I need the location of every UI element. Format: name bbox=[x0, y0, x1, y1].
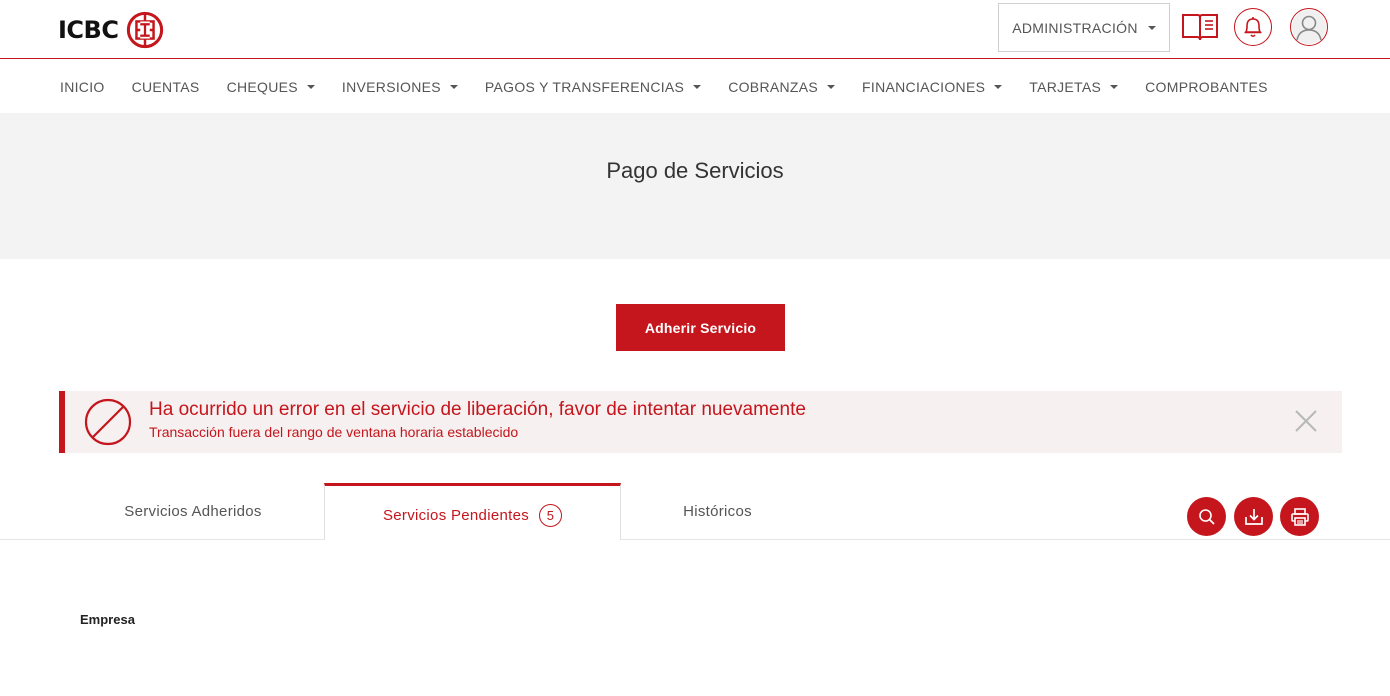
nav-item-label: PAGOS Y TRANSFERENCIAS bbox=[484, 78, 685, 95]
tab-label: Históricos bbox=[683, 503, 752, 520]
nav-item-inicio[interactable]: INICIO bbox=[60, 79, 105, 95]
chevron-down-icon bbox=[1110, 84, 1119, 89]
nav-item-label: FINANCIACIONES bbox=[862, 78, 986, 95]
administration-label: ADMINISTRACIÓN bbox=[1012, 19, 1138, 36]
icbc-logo-mark bbox=[127, 11, 164, 49]
chevron-down-icon bbox=[994, 84, 1003, 89]
chevron-down-icon bbox=[1147, 25, 1156, 30]
nav-item-label: COBRANZAS bbox=[728, 78, 819, 95]
download-button[interactable] bbox=[1234, 497, 1273, 536]
alert-title: Ha ocurrido un error en el servicio de l… bbox=[149, 399, 806, 420]
print-icon bbox=[1290, 507, 1309, 526]
print-button[interactable] bbox=[1280, 497, 1319, 536]
tab-servicios-pendientes[interactable]: Servicios Pendientes 5 bbox=[324, 483, 621, 540]
logo-text: ICBC bbox=[58, 16, 119, 44]
close-icon[interactable] bbox=[1293, 408, 1319, 434]
user-avatar-icon[interactable] bbox=[1290, 8, 1328, 46]
search-button[interactable] bbox=[1187, 497, 1226, 536]
chevron-down-icon bbox=[827, 84, 836, 89]
nav-item-label: INVERSIONES bbox=[341, 78, 441, 95]
chevron-down-icon bbox=[306, 84, 315, 89]
icbc-logo[interactable]: ICBC bbox=[58, 10, 164, 50]
nav-item-inversiones[interactable]: INVERSIONES bbox=[342, 79, 458, 95]
nav-item-label: CHEQUES bbox=[226, 78, 298, 95]
nav-item-label: TARJETAS bbox=[1029, 78, 1102, 95]
tab-servicios-adheridos[interactable]: Servicios Adheridos bbox=[62, 483, 324, 540]
top-header: ICBC ADMINISTRACIÓN bbox=[0, 0, 1390, 59]
tab-historicos[interactable]: Históricos bbox=[621, 483, 814, 540]
page-title: Pago de Servicios bbox=[606, 158, 784, 183]
nav-item-tarjetas[interactable]: TARJETAS bbox=[1029, 78, 1119, 95]
title-banner bbox=[0, 113, 1390, 259]
adherir-servicio-button[interactable]: Adherir Servicio bbox=[616, 304, 785, 351]
nav-item-cuentas[interactable]: CUENTAS bbox=[132, 79, 200, 95]
prohibited-icon bbox=[84, 398, 132, 446]
nav-item-label: COMPROBANTES bbox=[1145, 78, 1268, 95]
tab-label: Servicios Adheridos bbox=[124, 503, 262, 520]
nav-item-label: CUENTAS bbox=[131, 78, 200, 95]
nav-item-financiaciones[interactable]: FINANCIACIONES bbox=[862, 78, 1003, 95]
download-icon bbox=[1244, 508, 1263, 525]
book-icon[interactable] bbox=[1180, 8, 1220, 46]
nav-item-cobranzas[interactable]: COBRANZAS bbox=[728, 78, 836, 95]
alert-message: Transacción fuera del rango de ventana h… bbox=[149, 424, 519, 440]
administration-dropdown[interactable]: ADMINISTRACIÓN bbox=[998, 3, 1170, 52]
chevron-down-icon bbox=[449, 84, 458, 89]
column-header-empresa[interactable]: Empresa bbox=[80, 612, 135, 627]
bell-icon[interactable] bbox=[1234, 8, 1272, 46]
chevron-down-icon bbox=[693, 84, 702, 89]
tab-label: Servicios Pendientes bbox=[382, 506, 530, 524]
error-alert: Ha ocurrido un error en el servicio de l… bbox=[59, 391, 1342, 453]
main-nav: INICIO CUENTAS CHEQUES INVERSIONES PAGOS Y T… bbox=[0, 60, 1390, 113]
nav-item-pagos-y-transferencias[interactable]: PAGOS Y TRANSFERENCIAS bbox=[484, 78, 702, 95]
count-badge: 5 bbox=[539, 503, 563, 527]
search-icon bbox=[1198, 508, 1215, 525]
nav-item-label: INICIO bbox=[60, 78, 105, 95]
nav-item-comprobantes[interactable]: COMPROBANTES bbox=[1145, 79, 1268, 95]
nav-item-cheques[interactable]: CHEQUES bbox=[227, 79, 315, 95]
